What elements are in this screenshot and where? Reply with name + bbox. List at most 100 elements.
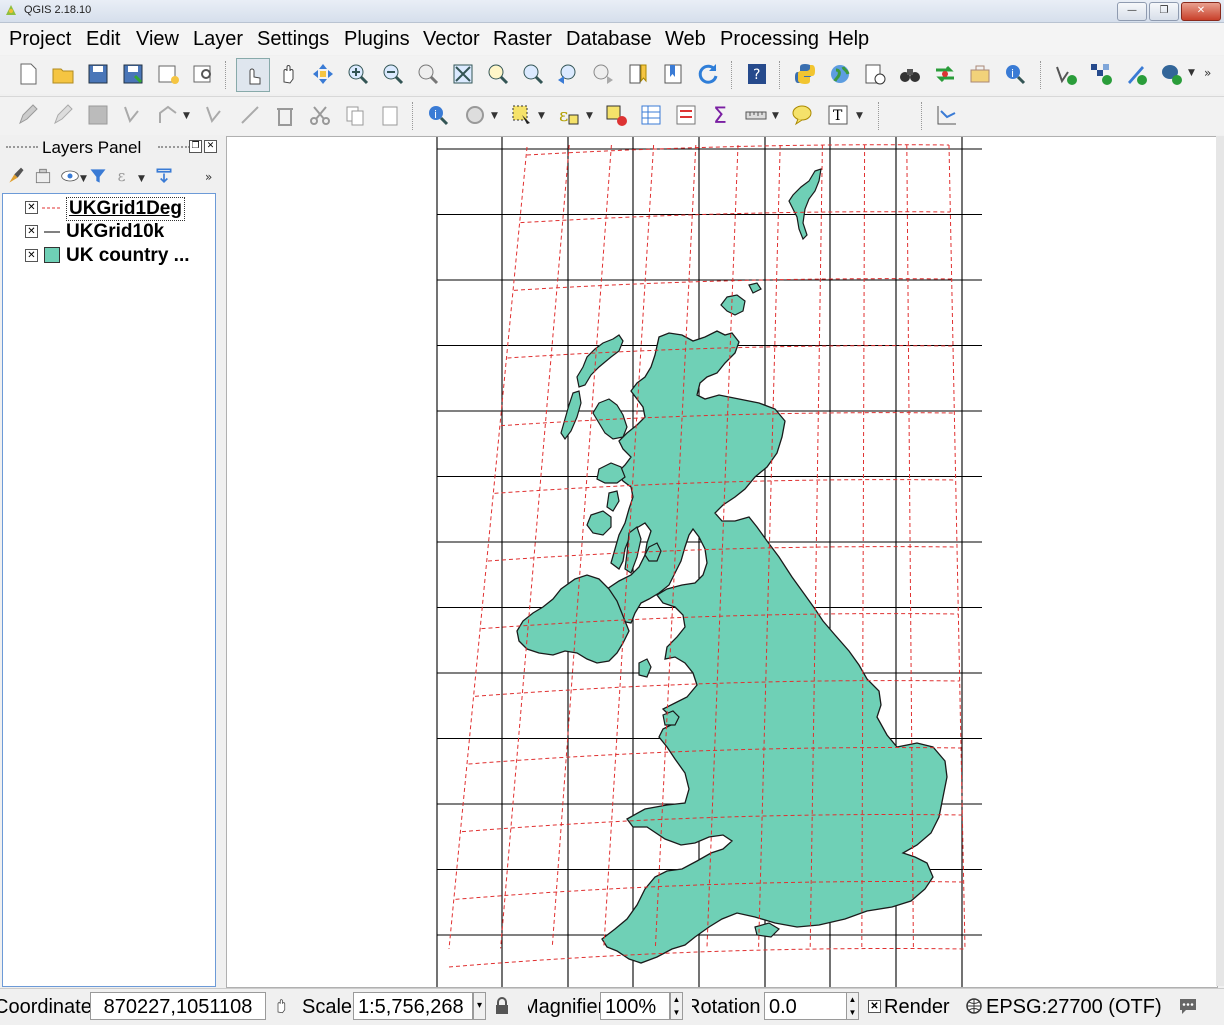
zoom-out-icon[interactable] (381, 62, 405, 86)
temporal-icon[interactable] (863, 62, 887, 86)
vertical-scrollbar[interactable] (1216, 136, 1224, 986)
layer-item-uk-country[interactable]: ✕ UK country ... (3, 244, 215, 267)
statistics-icon[interactable]: Σ (709, 103, 733, 127)
panel-grip[interactable] (158, 146, 190, 153)
lock-icon[interactable] (494, 997, 510, 1015)
run-action-icon[interactable] (463, 103, 487, 127)
georeferencer-icon[interactable] (935, 103, 959, 127)
save-edits-icon[interactable] (86, 103, 110, 127)
rotation-field[interactable]: 0.0 (764, 992, 848, 1020)
zoom-to-layer-icon[interactable] (521, 62, 545, 86)
chevron-down-icon[interactable]: ▼ (80, 174, 87, 184)
python-icon[interactable] (793, 62, 817, 86)
map-tips-icon[interactable] (790, 103, 814, 127)
menu-edit[interactable]: Edit (86, 28, 120, 51)
select-features-icon[interactable] (510, 103, 534, 127)
layer-name[interactable]: UK country ... (66, 245, 190, 267)
add-csv-icon[interactable] (1124, 62, 1148, 86)
eye-icon[interactable] (60, 166, 80, 186)
measure-icon[interactable] (744, 103, 768, 127)
field-calculator-icon[interactable] (674, 103, 698, 127)
new-project-icon[interactable] (16, 62, 40, 86)
layer-checkbox[interactable]: ✕ (25, 201, 38, 214)
filter-expression-icon[interactable]: ε (116, 166, 136, 186)
add-postgis-icon[interactable] (1159, 62, 1183, 86)
deselect-icon[interactable] (604, 103, 628, 127)
coordinate-field[interactable]: 870227,1051108 (90, 992, 266, 1020)
composer-manager-icon[interactable] (191, 62, 215, 86)
scale-field[interactable]: 1:5,756,268 (353, 992, 473, 1020)
menu-raster[interactable]: Raster (493, 28, 552, 51)
layer-name[interactable]: UKGrid1Deg (66, 197, 185, 221)
zoom-last-icon[interactable] (556, 62, 580, 86)
messages-icon[interactable] (1178, 997, 1198, 1015)
panel-overflow-icon[interactable]: » (205, 170, 212, 184)
crs-label[interactable]: EPSG:27700 (OTF) (986, 996, 1162, 1019)
zoom-to-selection-icon[interactable] (486, 62, 510, 86)
layer-checkbox[interactable]: ✕ (25, 249, 38, 262)
delete-icon[interactable] (273, 103, 297, 127)
chevron-down-icon[interactable]: ▼ (538, 111, 545, 121)
crs-globe-icon[interactable] (966, 998, 982, 1014)
save-icon[interactable] (86, 62, 110, 86)
add-line-icon[interactable] (156, 103, 180, 127)
chevron-down-icon[interactable]: ▼ (183, 111, 190, 121)
toggle-editing-icon[interactable] (51, 103, 75, 127)
select-by-expression-icon[interactable]: ε (557, 103, 581, 127)
identify-features-icon[interactable]: i (426, 103, 450, 127)
layer-item-ukgrid10k[interactable]: ✕ UKGrid10k (3, 220, 215, 243)
zoom-in-icon[interactable] (346, 62, 370, 86)
attribute-table-icon[interactable] (639, 103, 663, 127)
maximize-button[interactable]: ❐ (1149, 2, 1179, 21)
layer-item-ukgrid1deg[interactable]: ✕ UKGrid1Deg (3, 196, 215, 221)
rotation-spinner[interactable]: ▲ ▼ (846, 992, 859, 1020)
toolbox-icon[interactable] (968, 62, 992, 86)
menu-view[interactable]: View (136, 28, 179, 51)
new-print-composer-icon[interactable] (156, 62, 180, 86)
expand-all-icon[interactable] (154, 166, 174, 186)
refresh-icon[interactable] (696, 62, 720, 86)
add-vector-icon[interactable] (1054, 62, 1078, 86)
menu-layer[interactable]: Layer (193, 28, 243, 51)
identify-icon[interactable]: i (1003, 62, 1027, 86)
zoom-native-icon[interactable] (416, 62, 440, 86)
map-view[interactable] (227, 137, 1217, 987)
zoom-next-icon[interactable] (591, 62, 615, 86)
menu-project[interactable]: Project (9, 28, 71, 51)
pan-to-selection-icon[interactable] (311, 62, 335, 86)
menu-processing[interactable]: Processing (720, 28, 819, 51)
menu-database[interactable]: Database (566, 28, 652, 51)
menu-web[interactable]: Web (665, 28, 706, 51)
help-icon[interactable]: ? (745, 62, 769, 86)
globe-icon[interactable] (828, 62, 852, 86)
map-canvas[interactable] (226, 136, 1218, 988)
open-icon[interactable] (51, 62, 75, 86)
vertex-tool-icon[interactable] (203, 103, 227, 127)
add-point-icon[interactable] (121, 103, 145, 127)
toolbar-overflow-icon[interactable]: » (1204, 66, 1211, 80)
chevron-down-icon[interactable]: ▼ (772, 111, 779, 121)
add-group-icon[interactable] (33, 166, 53, 186)
menu-vector[interactable]: Vector (423, 28, 480, 51)
pencil-icon[interactable] (16, 103, 40, 127)
panel-grip[interactable] (6, 146, 38, 153)
touch-tool-button[interactable] (236, 58, 270, 92)
node-tool-icon[interactable] (238, 103, 262, 127)
zoom-full-icon[interactable] (451, 62, 475, 86)
cut-icon[interactable] (308, 103, 332, 127)
save-as-icon[interactable] (121, 62, 145, 86)
processing-icon[interactable] (933, 62, 957, 86)
text-annotation-icon[interactable]: T (826, 103, 850, 127)
layer-styling-icon[interactable] (6, 166, 26, 186)
chevron-down-icon[interactable]: ▼ (586, 111, 593, 121)
magnifier-field[interactable]: 100% (600, 992, 670, 1020)
paste-icon[interactable] (378, 103, 402, 127)
panel-close-button[interactable]: ✕ (204, 140, 217, 153)
filter-icon[interactable] (88, 166, 108, 186)
new-bookmark-icon[interactable] (626, 62, 650, 86)
layer-name[interactable]: UKGrid10k (66, 221, 164, 243)
copy-icon[interactable] (343, 103, 367, 127)
chevron-down-icon[interactable]: ▼ (491, 111, 498, 121)
menu-help[interactable]: Help (828, 28, 869, 51)
scale-dropdown-button[interactable]: ▾ (473, 992, 486, 1020)
